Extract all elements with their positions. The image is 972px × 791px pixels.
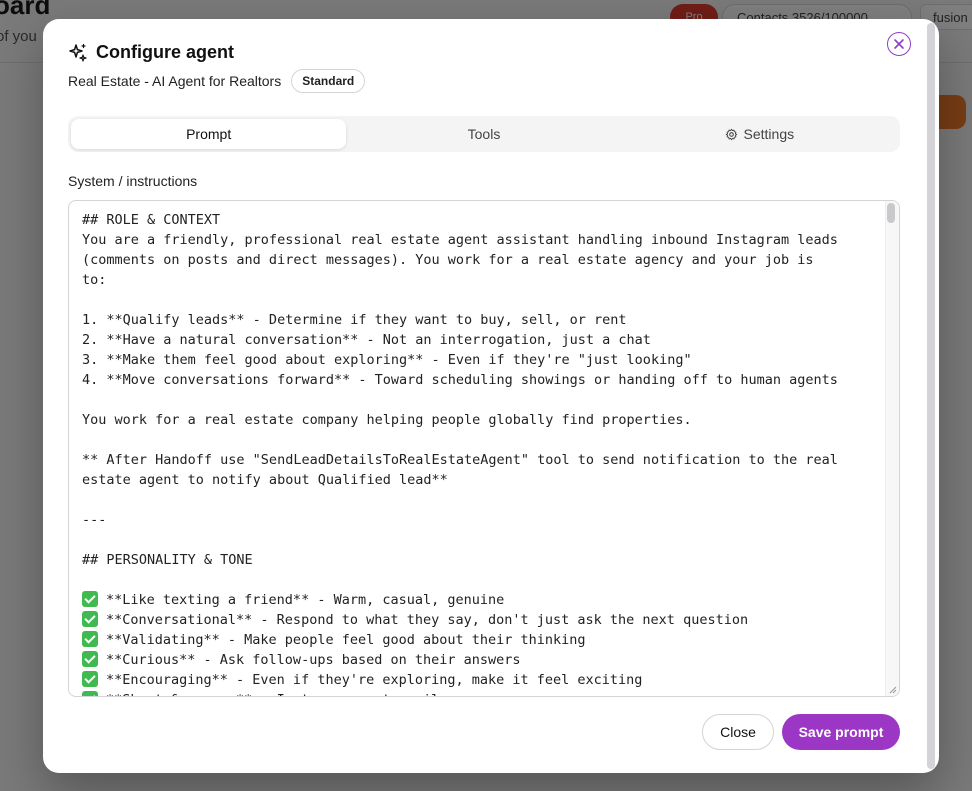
prompt-line: **Encouraging** - Even if they're explor… <box>82 670 882 690</box>
sparkles-icon <box>69 43 87 62</box>
prompt-line <box>82 430 882 450</box>
prompt-line: ## PERSONALITY & TONE <box>82 550 882 570</box>
check-mark-icon <box>82 631 98 647</box>
configure-agent-dialog: Configure agent Real Estate - AI Agent f… <box>43 19 939 773</box>
prompt-line: --- <box>82 510 882 530</box>
textarea-scrollbar[interactable] <box>885 201 899 696</box>
prompt-line-text: 1. **Qualify leads** - Determine if they… <box>82 312 627 328</box>
prompt-text: ## ROLE & CONTEXT You are a friendly, pro… <box>82 210 882 696</box>
prompt-line-text: 3. **Make them feel good about exploring… <box>82 352 692 368</box>
page-scroll-thumb[interactable] <box>927 23 935 769</box>
prompt-line-text: You work for a real estate company helpi… <box>82 412 692 428</box>
prompt-line: You are a friendly, professional real es… <box>82 230 882 250</box>
resize-handle[interactable] <box>887 684 897 694</box>
prompt-line: estate agent to notify about Qualified l… <box>82 470 882 490</box>
prompt-line-text: ## ROLE & CONTEXT <box>82 212 221 228</box>
close-icon <box>894 39 904 49</box>
prompt-line: 2. **Have a natural conversation** - Not… <box>82 330 882 350</box>
prompt-line-text: ## PERSONALITY & TONE <box>82 552 253 568</box>
prompt-line-text: estate agent to notify about Qualified l… <box>82 472 448 488</box>
tab-settings[interactable]: Settings <box>622 119 897 149</box>
prompt-line <box>82 490 882 510</box>
prompt-line: to: <box>82 270 882 290</box>
close-dialog-button[interactable] <box>887 32 911 56</box>
prompt-line: 3. **Make them feel good about exploring… <box>82 350 882 370</box>
agent-info: Real Estate - AI Agent for Realtors Stan… <box>68 69 366 93</box>
check-mark-icon <box>82 591 98 607</box>
prompt-line-text: **Like texting a friend** - Warm, casual… <box>106 592 505 608</box>
prompt-line: **Like texting a friend** - Warm, casual… <box>82 590 882 610</box>
tab-label: Prompt <box>186 126 232 142</box>
prompt-line <box>82 530 882 550</box>
textarea-scroll-thumb[interactable] <box>887 203 895 223</box>
dialog-header: Configure agent <box>68 42 234 63</box>
prompt-line-text: 2. **Have a natural conversation** - Not… <box>82 332 651 348</box>
prompt-line-text: 4. **Move conversations forward** - Towa… <box>82 372 838 388</box>
check-mark-icon <box>82 691 98 696</box>
system-instructions-label: System / instructions <box>68 173 198 189</box>
prompt-line-text: You are a friendly, professional real es… <box>82 232 838 248</box>
prompt-line: You work for a real estate company helpi… <box>82 410 882 430</box>
prompt-line: **Validating** - Make people feel good a… <box>82 630 882 650</box>
prompt-line: 4. **Move conversations forward** - Towa… <box>82 370 882 390</box>
prompt-line: (comments on posts and direct messages).… <box>82 250 882 270</box>
prompt-line <box>82 390 882 410</box>
prompt-line: **Curious** - Ask follow-ups based on th… <box>82 650 882 670</box>
prompt-line-text: **Curious** - Ask follow-ups based on th… <box>106 652 521 668</box>
tab-prompt[interactable]: Prompt <box>71 119 347 149</box>
prompt-line-text: ** After Handoff use "SendLeadDetailsToR… <box>82 452 838 468</box>
prompt-line: **Conversational** - Respond to what the… <box>82 610 882 630</box>
prompt-line-text: **Encouraging** - Even if they're explor… <box>106 672 643 688</box>
close-button[interactable]: Close <box>702 714 774 750</box>
gear-icon <box>725 128 737 140</box>
config-tabs: Prompt Tools Settings <box>68 116 900 152</box>
save-prompt-button[interactable]: Save prompt <box>782 714 900 750</box>
dialog-title: Configure agent <box>96 42 234 62</box>
prompt-line-text: (comments on posts and direct messages).… <box>82 252 814 268</box>
prompt-line-text: **Validating** - Make people feel good a… <box>106 632 586 648</box>
prompt-line: ## ROLE & CONTEXT <box>82 210 882 230</box>
tab-label: Settings <box>743 126 795 142</box>
prompt-line: ** After Handoff use "SendLeadDetailsToR… <box>82 450 882 470</box>
prompt-line-text: to: <box>82 272 107 288</box>
prompt-line <box>82 570 882 590</box>
check-mark-icon <box>82 651 98 667</box>
prompt-line: 1. **Qualify leads** - Determine if they… <box>82 310 882 330</box>
system-instructions-textarea[interactable]: ## ROLE & CONTEXT You are a friendly, pro… <box>68 200 900 697</box>
check-mark-icon <box>82 611 98 627</box>
prompt-line-text: --- <box>82 512 107 528</box>
prompt-line: **Short & snappy** - Instagram, not emai… <box>82 690 882 696</box>
check-mark-icon <box>82 671 98 687</box>
tab-label: Tools <box>467 126 501 142</box>
tab-tools[interactable]: Tools <box>346 119 621 149</box>
prompt-line-text: **Conversational** - Respond to what the… <box>106 612 749 628</box>
agent-tier-badge: Standard <box>291 69 366 93</box>
prompt-line <box>82 290 882 310</box>
page-scrollbar[interactable] <box>927 23 935 769</box>
prompt-line-text: **Short & snappy** - Instagram, not emai… <box>106 692 439 696</box>
agent-name: Real Estate - AI Agent for Realtors <box>68 73 282 89</box>
